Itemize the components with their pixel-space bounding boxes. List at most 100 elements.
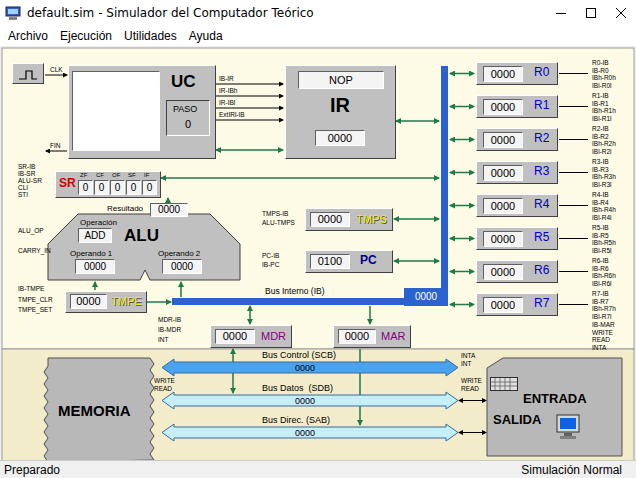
register-signal: IBh-R3h [592,173,616,181]
tmps-name: TMPS [356,213,387,226]
window-controls [546,0,636,26]
register-value: 0000 [483,198,523,214]
instruction-mnemonic: NOP [298,71,384,89]
flag-name: SF [128,172,136,180]
microcode-display [72,71,160,151]
status-signal: STI [18,191,28,199]
pc-name: PC [360,254,377,268]
pc-signal: PC-IB [262,252,279,260]
pc-value: 0100 [310,254,350,269]
internal-bus-value: 0000 [407,291,445,303]
signal-line [559,238,588,239]
register-signal: IBh-R6h [592,272,616,280]
simulator-window: default.sim - Simulador del Computador T… [0,0,636,478]
step-value: 0 [185,118,191,131]
output-title: SALIDA [493,413,541,428]
close-icon[interactable] [606,0,636,26]
title-bar: default.sim - Simulador del Computador T… [0,0,636,26]
status-signal: IB-SR [18,170,35,178]
tmps-value: 0000 [310,212,350,227]
menu-item[interactable]: Utilidades [118,29,183,43]
register-signal: R2-IB [592,125,609,133]
control-signal: IB-IR [219,75,234,83]
maximize-icon[interactable] [576,0,606,26]
memory-title: MEMORIA [58,402,131,419]
register-signal: R4-IB [592,191,609,199]
menu-item[interactable]: Archivo [2,29,54,43]
connector [359,349,361,425]
flag-value: 0 [110,180,125,195]
connector [249,306,251,324]
operand-label: Operando 2 [158,249,200,258]
control-unit-title: UC [171,72,196,92]
end-signal: FIN [50,142,60,150]
connector [450,205,474,207]
register-value: 0000 [483,231,523,247]
register-signal: R3-IB [592,158,609,166]
connector [216,120,283,121]
register-value: 0000 [483,132,523,148]
connector [459,432,486,433]
pc-signal: IB-PC [262,261,279,269]
register-signal: IBl-R7l [592,313,612,321]
menu-bar: ArchivoEjecuciónUtilidadesAyuda [0,26,636,46]
operand-label: Operando 1 [70,249,112,258]
connector [450,304,474,306]
io-shape [487,358,622,456]
mar-name: MAR [381,330,405,343]
register-value: 0000 [483,66,523,82]
signal-line [559,304,588,305]
memory-shape [44,358,154,460]
control-signal: IR-IBl [219,99,235,107]
connector [216,149,283,151]
register-signal: IBl-R1l [592,115,612,123]
register-name: R6 [534,264,549,278]
system-bus [162,359,458,376]
connector [450,238,474,240]
io-signal: READ [461,385,479,393]
register-signal: IBl-R0l [592,82,612,90]
system-bus-value: 0000 [285,396,325,406]
tmpe-name: TMPE [111,295,142,308]
connector [450,172,474,174]
flag-value: 0 [94,180,109,195]
mdr-signal: INT [158,336,168,344]
connector [216,96,283,97]
register-signal: IB-R5 [592,232,609,240]
connector [216,108,283,109]
io-signal: INT [461,360,471,368]
signal-line [559,106,588,107]
internal-bus-block [404,288,448,306]
menu-item[interactable]: Ejecución [54,29,118,43]
status-register-title: SR [59,177,76,191]
simulation-mode: Simulación Normal [521,463,622,477]
flag-name: CF [96,172,104,180]
mar-signal: INTA [592,344,606,352]
connector [161,177,439,179]
control-signal: IR-IBh [219,87,237,95]
operand-value: 0000 [162,259,202,274]
window-title: default.sim - Simulador del Computador T… [27,6,546,20]
register-signal: IBl-R6l [592,280,612,288]
control-signal: ExtIRl-IB [219,111,245,119]
mdr-signal: MDR-IB [158,316,181,324]
clock-button[interactable] [12,63,44,84]
input-title: ENTRADA [523,392,587,407]
register-signal: IBl-R4l [592,214,612,222]
register-signal: IB-R6 [592,265,609,273]
status-text: Preparado [4,463,60,477]
mar-value: 0000 [338,329,376,344]
tmps-signal: ALU-TMPS [262,219,295,227]
register-signal: IBh-R7h [592,305,616,313]
register-name: R4 [534,198,549,212]
clock-step-icon[interactable] [18,67,38,79]
flag-name: IF [144,172,149,180]
register-signal: IB-R4 [592,199,609,207]
system-bus-value: 0000 [285,363,325,373]
flag-value: 0 [78,180,93,195]
register-signal: R7-IB [592,290,609,298]
menu-item[interactable]: Ayuda [183,29,229,43]
minimize-icon[interactable] [546,0,576,26]
system-bus-label: Bus Datos (SDB) [262,383,333,393]
register-value: 0000 [483,165,523,181]
